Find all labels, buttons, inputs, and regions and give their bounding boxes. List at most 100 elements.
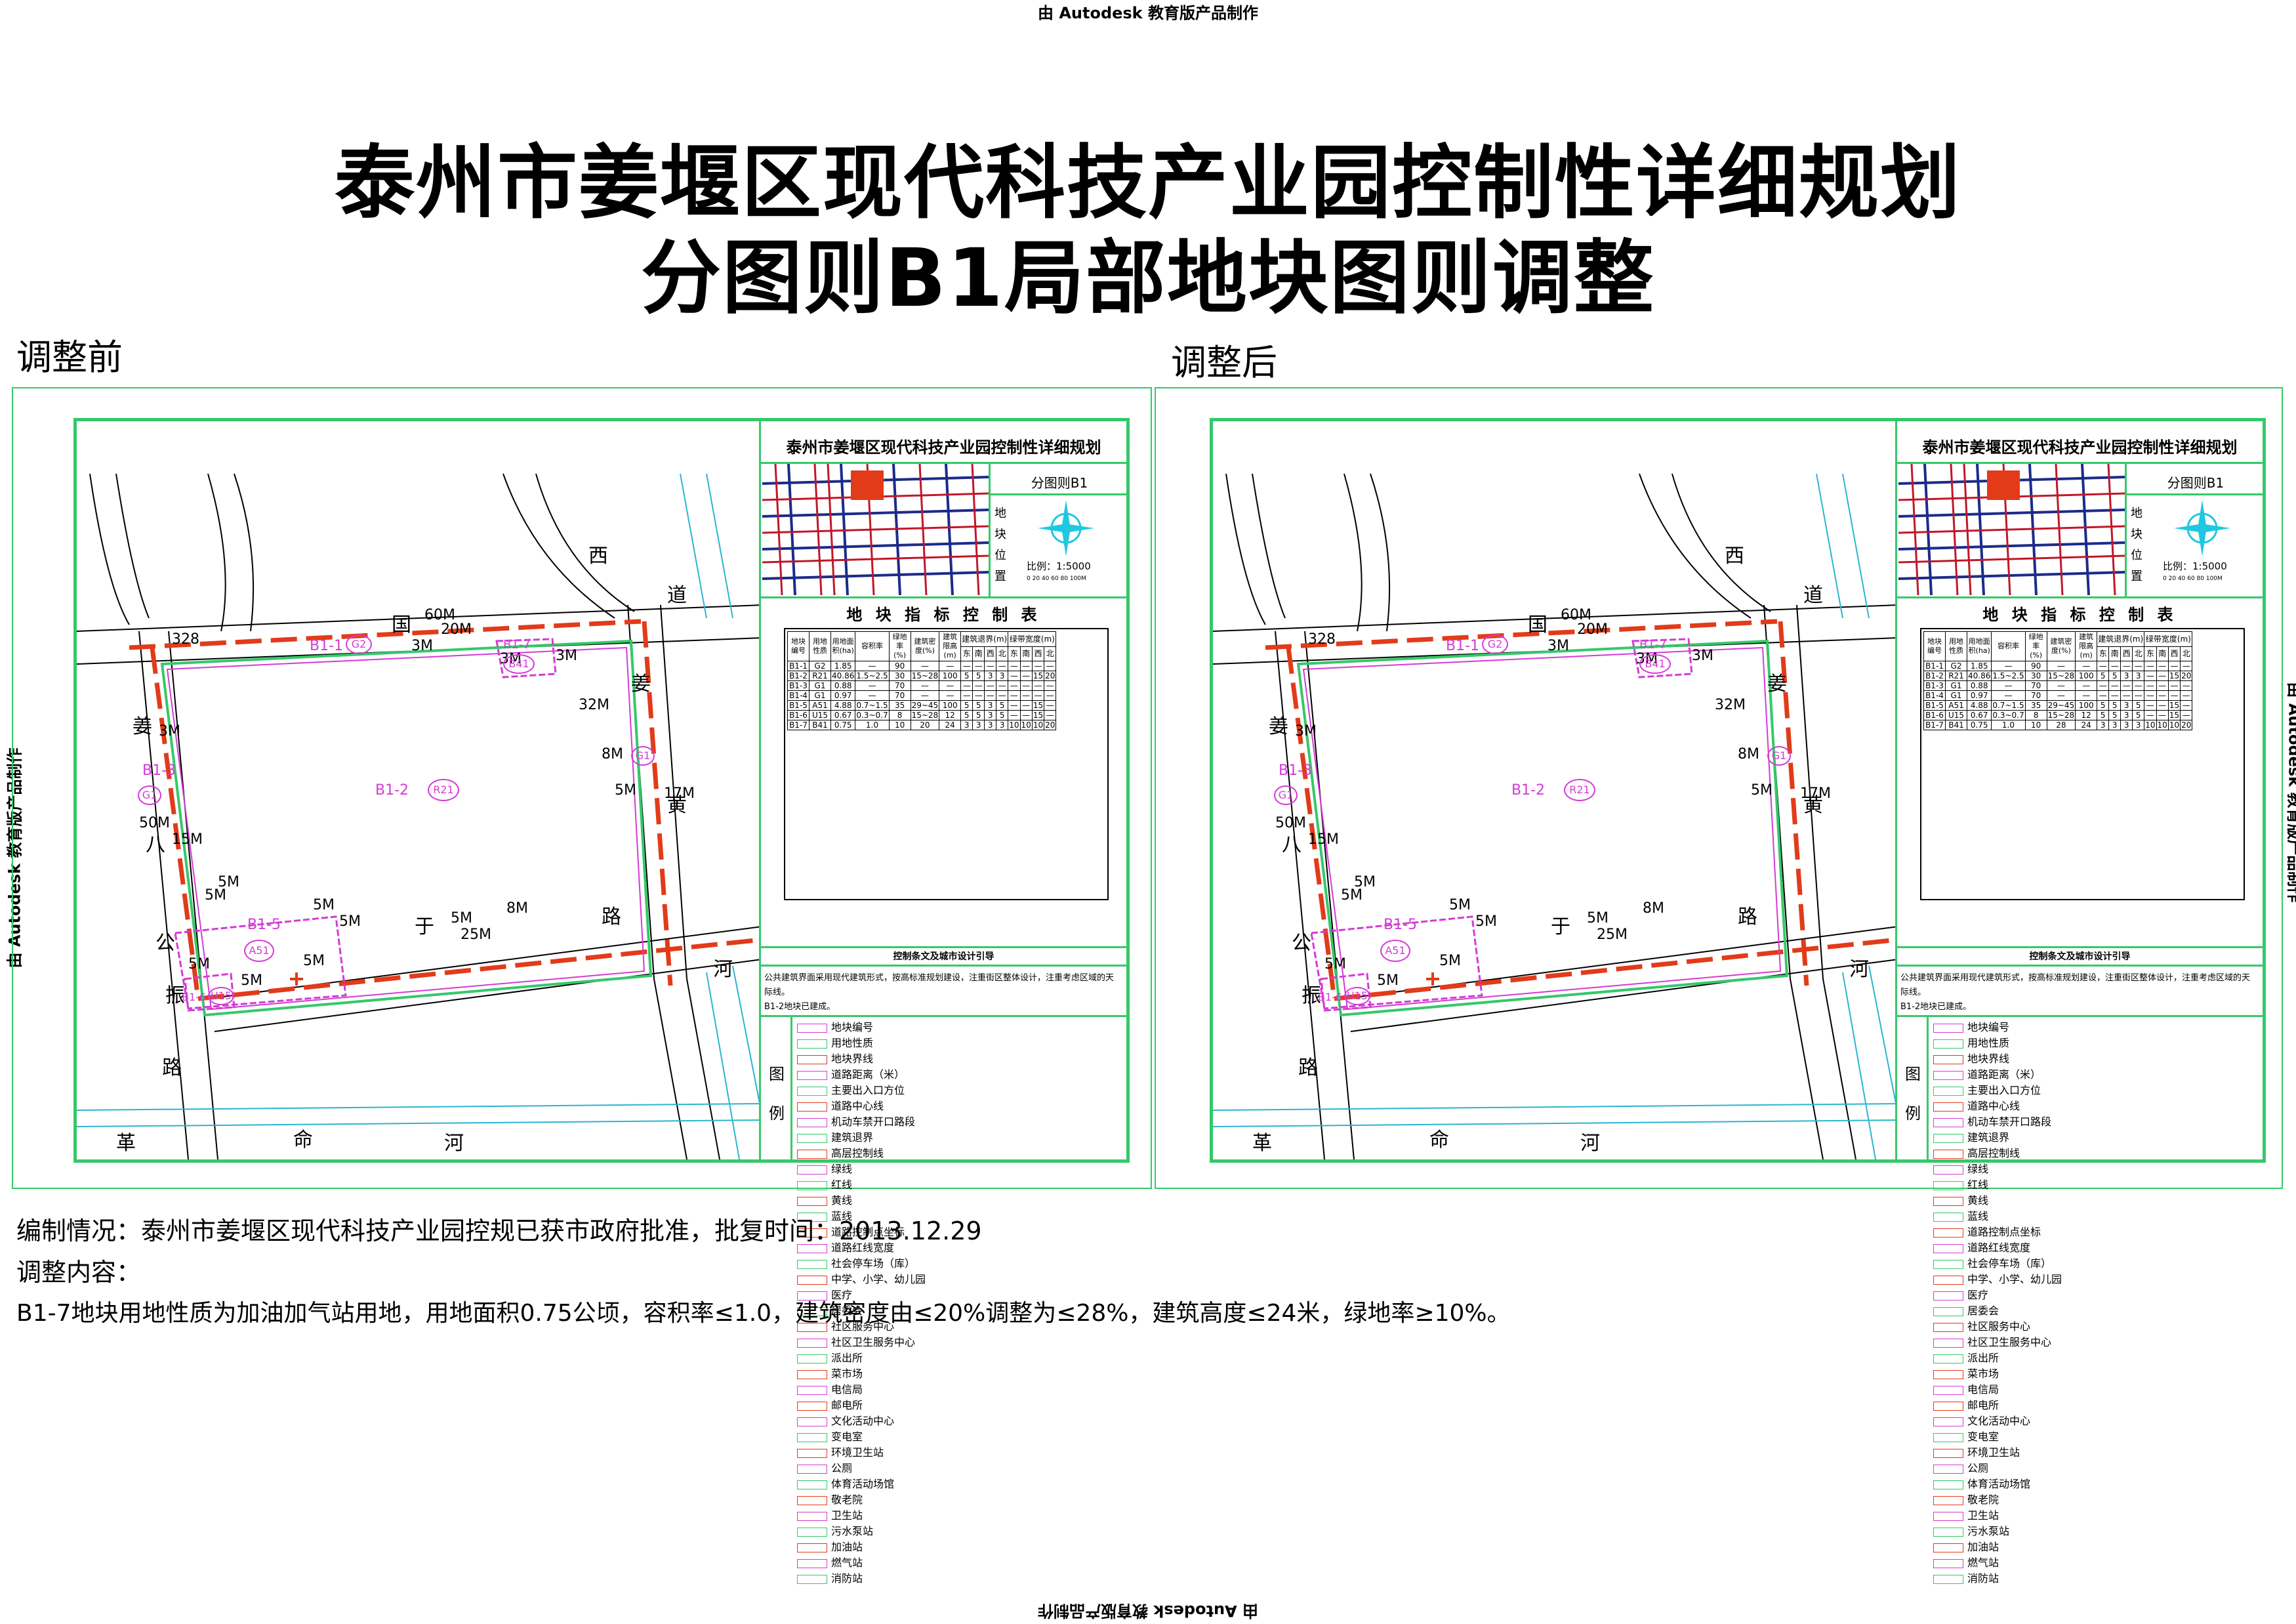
road-label-he-right: 河 [713, 958, 733, 981]
legend-item: 体育活动场馆 [797, 1475, 1125, 1491]
road-label-he-bottom: 河 [444, 1132, 464, 1155]
legend-swatch-icon [1933, 1180, 1963, 1190]
table-cell: — [2180, 661, 2193, 671]
table-cell: — [1044, 690, 1057, 701]
dim-5m-e: 5M [451, 910, 472, 927]
dim-5m-d: 5M [1475, 913, 1497, 930]
legend-item: 主要出入口方位 [797, 1081, 1125, 1097]
table-cell: 0.88 [830, 680, 856, 691]
legend-label: 派出所 [831, 1352, 863, 1364]
legend-item: 红线 [797, 1176, 1125, 1192]
table-cell: 15 [1031, 700, 1045, 711]
table-cell: 15~28 [910, 710, 940, 720]
table-cell: 10 [2167, 720, 2181, 730]
legend-label: 邮电所 [1967, 1399, 1999, 1411]
legend-title: 图例 [769, 1065, 785, 1123]
legend-label: 道路距离（米） [831, 1068, 905, 1081]
legend-swatch-icon [1933, 1149, 1963, 1159]
table-cell: — [1019, 690, 1033, 701]
legend-item: 电信局 [1933, 1381, 2261, 1396]
table-cell: 5 [996, 700, 1009, 711]
legend-swatch-icon [797, 1464, 827, 1474]
table-cell: 1.0 [855, 720, 890, 730]
table-cell: 0.3~0.7 [855, 710, 890, 720]
table-cell: 29~45 [910, 700, 940, 711]
watermark-right: 由 Autodesk 教育版产品制作 [2285, 682, 2296, 903]
legend-label: 黄线 [1967, 1194, 1989, 1207]
legend-item: 变电室 [797, 1428, 1125, 1444]
legend-item: 变电室 [1933, 1428, 2261, 1444]
table-cell: U15 [809, 710, 831, 720]
road-label-yu: 于 [1551, 915, 1570, 938]
dim-32m: 32M [1715, 697, 1746, 713]
legend-item: 道路中心线 [797, 1097, 1125, 1113]
table-cell: 70 [2024, 690, 2047, 701]
road-label-xi: 西 [1725, 545, 1744, 568]
legend-label: 派出所 [1967, 1352, 1999, 1364]
table-dir-cell: 东 [960, 646, 974, 661]
table-cell: — [1008, 680, 1021, 691]
table-header-cell: 地块编号 [1923, 631, 1946, 661]
watermark-top: 由 Autodesk 教育版产品制作 [1037, 4, 1259, 22]
dim-5m-g: 5M [303, 953, 325, 969]
dim-8m-bottom: 8M [1643, 900, 1664, 917]
table-cell: — [2132, 690, 2145, 701]
table-cell: — [2144, 690, 2157, 701]
table-header-row: 地块编号 用地性质 用地面积(ha) 容积率 绿地率(%) 建筑密度(%) 建筑限高(m) 建… [1923, 631, 2193, 661]
legend-label: 建筑退界 [1967, 1131, 2010, 1144]
legend-item: 中学、小学、幼儿园 [1933, 1270, 2261, 1286]
legend-item: 居委会 [1933, 1302, 2261, 1318]
legend-item: 建筑退界 [1933, 1129, 2261, 1144]
legend-item: 邮电所 [1933, 1396, 2261, 1412]
legend-swatch-icon [797, 1480, 827, 1489]
dim-25m: 25M [461, 927, 491, 943]
legend-item: 高层控制线 [797, 1144, 1125, 1160]
table-dir-cell: 北 [996, 646, 1009, 661]
legend-swatch-icon [797, 1527, 827, 1537]
parcel-code-g2: G2 [346, 635, 372, 654]
legend-item: 菜市场 [797, 1365, 1125, 1381]
table-cell: — [2120, 680, 2133, 691]
legend-label: 菜市场 [1967, 1367, 1999, 1380]
legend-label: 消防站 [1967, 1572, 1999, 1585]
parcel-code-u15: U15 [1344, 987, 1370, 1005]
parcel-b1-7: B1-7 [503, 638, 531, 652]
legend-swatch-icon [1933, 1102, 1963, 1112]
legend-label: 地块编号 [1967, 1021, 2010, 1033]
table-cell: B1-5 [1923, 700, 1946, 711]
dim-32m: 32M [579, 697, 609, 713]
road-label-guo: 国 [1528, 614, 1548, 636]
table-cell: 24 [2075, 720, 2098, 730]
dim-5m-c: 5M [1449, 897, 1471, 913]
table-cell: 20 [910, 720, 940, 730]
table-cell: 4.88 [830, 700, 856, 711]
table-dir-cell: 东 [2097, 646, 2110, 661]
dim-3m-a: 3M [411, 638, 433, 654]
legend-label: 蓝线 [1967, 1210, 1989, 1222]
legend-item: 卫生站 [1933, 1507, 2261, 1522]
parcel-b1-3: B1-3 [142, 762, 176, 779]
road-label-ge: 革 [116, 1132, 136, 1155]
legend-swatch-icon [1933, 1196, 1963, 1206]
legend-label: 消防站 [831, 1572, 863, 1585]
legend-item: 道路红线宽度 [1933, 1239, 2261, 1255]
table-cell: — [2180, 700, 2193, 711]
table-cell: — [1031, 690, 1045, 701]
table-cell: 30 [888, 671, 911, 681]
table-cell: 10 [1031, 720, 1045, 730]
legend-item: 蓝线 [1933, 1207, 2261, 1223]
table-cell: 70 [888, 690, 911, 701]
legend-item: 污水泵站 [797, 1522, 1125, 1538]
road-label-xi: 西 [588, 545, 608, 568]
table-cell: — [2156, 710, 2169, 720]
table-cell: G1 [809, 680, 831, 691]
legend-swatch-icon [1933, 1228, 1963, 1238]
table-cell: — [1044, 700, 1057, 711]
table-dir-cell: 南 [2156, 646, 2169, 661]
legend-swatch-icon [1933, 1511, 1963, 1521]
table-header-cell: 容积率 [1991, 631, 2026, 661]
legend-label: 社会停车场（库） [1967, 1257, 2052, 1270]
table-cell: 3 [2132, 671, 2145, 681]
legend-swatch-icon [797, 1196, 827, 1206]
table-cell: 30 [2024, 671, 2047, 681]
